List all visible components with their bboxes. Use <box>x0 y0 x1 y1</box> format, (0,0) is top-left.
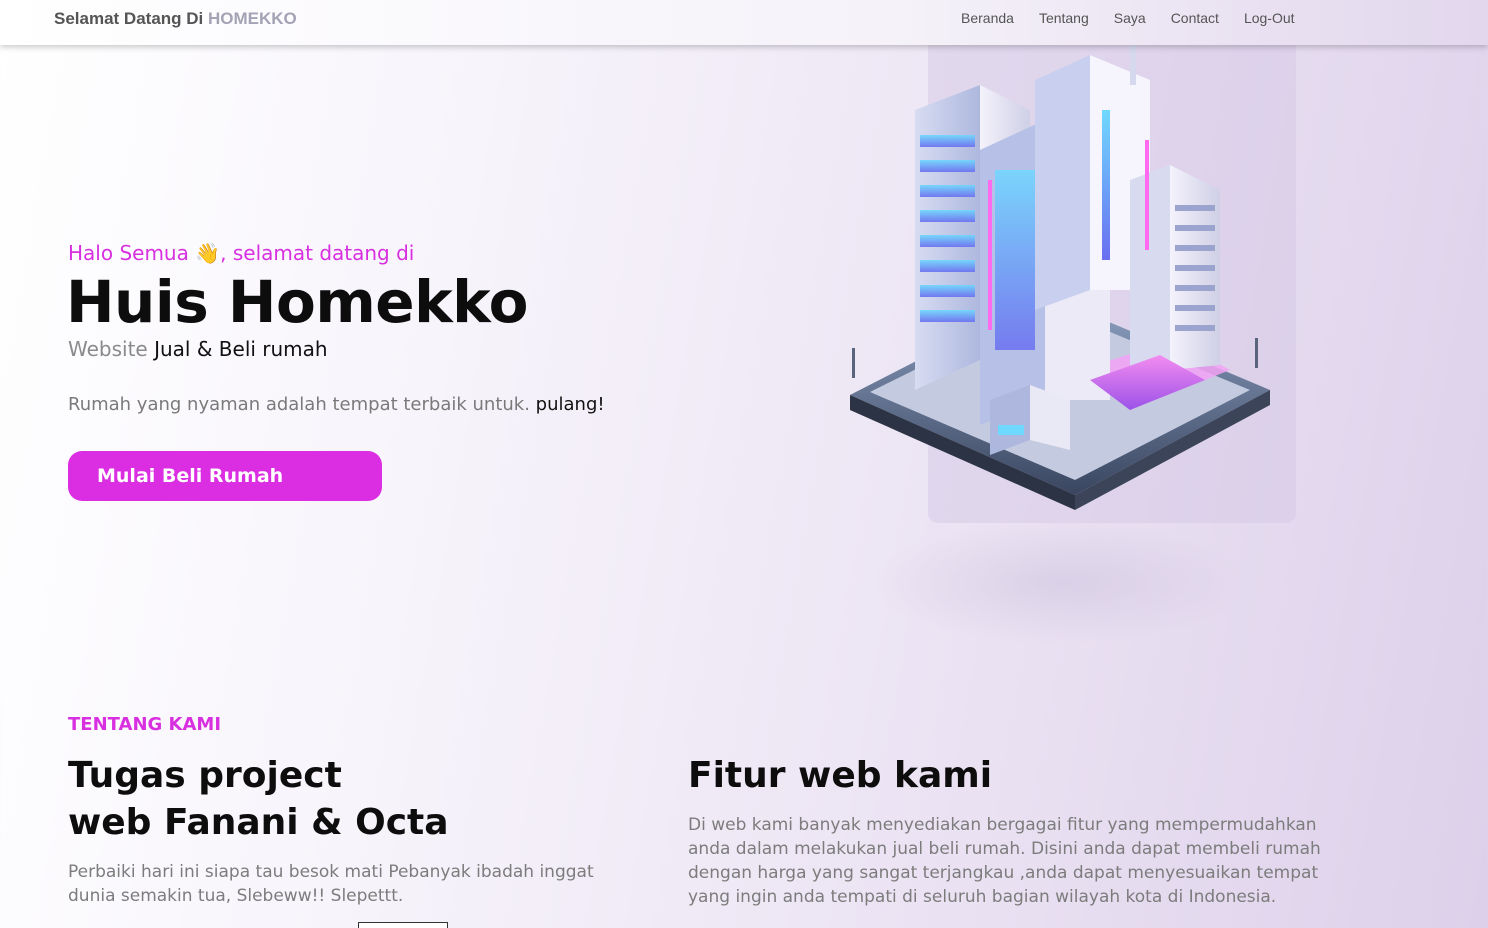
nav-link-saya[interactable]: Saya <box>1114 10 1146 26</box>
nav-link-beranda[interactable]: Beranda <box>961 10 1014 26</box>
waving-hand-icon: 👋 <box>195 241 221 265</box>
brand-logo[interactable]: Selamat Datang Di HOMEKKO <box>54 9 297 29</box>
features-description: Di web kami banyak menyediakan bergagai … <box>688 815 1321 907</box>
hero-subtitle: Website Jual & Beli rumah <box>68 337 328 361</box>
tagline-text: Rumah yang nyaman adalah tempat terbaik … <box>68 394 536 415</box>
hero-greeting: Halo Semua 👋, selamat datang di <box>68 241 414 265</box>
hero-title: Huis Homekko <box>66 268 529 336</box>
hero-tagline: Rumah yang nyaman adalah tempat terbaik … <box>68 394 605 415</box>
subtitle-muted: Website <box>68 337 148 361</box>
subtitle-rest: Jual & Beli rumah <box>147 337 328 361</box>
start-buying-button[interactable]: Mulai Beli Rumah <box>68 451 382 501</box>
tagline-emphasis: pulang! <box>535 394 605 415</box>
isometric-building-illustration <box>850 45 1270 510</box>
navbar: Selamat Datang Di HOMEKKO Beranda Tentan… <box>0 0 1488 45</box>
greeting-text: Halo Semua <box>68 241 196 265</box>
about-title-line2: web Fanani & Octa <box>68 802 449 843</box>
nav-link-tentang[interactable]: Tentang <box>1039 10 1089 26</box>
features-title: Fitur web kami <box>688 755 993 796</box>
brand-accent: HOMEKKO <box>208 9 297 28</box>
about-more-button[interactable] <box>358 922 448 928</box>
nav-link-logout[interactable]: Log-Out <box>1244 10 1295 26</box>
nav-menu: Beranda Tentang Saya Contact Log-Out <box>961 10 1320 26</box>
nav-link-contact[interactable]: Contact <box>1171 10 1219 26</box>
about-title: Tugas project web Fanani & Octa <box>68 752 449 846</box>
about-kicker: TENTANG KAMI <box>68 714 222 735</box>
brand-prefix: Selamat Datang Di <box>54 9 204 28</box>
about-title-line1: Tugas project <box>68 755 342 796</box>
greeting-text-end: , selamat datang di <box>220 241 415 265</box>
about-description: Perbaiki hari ini siapa tau besok mati P… <box>68 862 594 906</box>
